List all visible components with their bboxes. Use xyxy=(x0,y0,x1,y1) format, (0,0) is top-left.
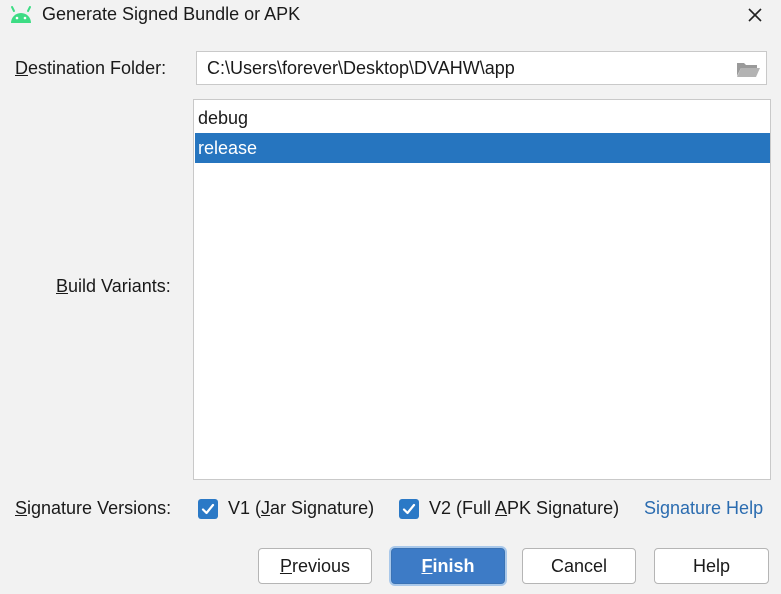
mnemonic-f: F xyxy=(421,556,433,576)
signature-versions-label: Signature Versions: xyxy=(15,498,171,519)
finish-button-text: inish xyxy=(432,556,475,576)
build-variants-list[interactable]: debug release xyxy=(193,99,771,480)
mnemonic-d: D xyxy=(15,58,28,78)
build-variants-label-text: uild Variants: xyxy=(68,276,171,296)
previous-button-text: revious xyxy=(291,556,351,576)
build-variants-label: Build Variants: xyxy=(56,276,171,297)
destination-folder-label-text: estination Folder: xyxy=(28,58,167,78)
destination-folder-label: Destination Folder: xyxy=(15,58,166,79)
v2-label-pre: V2 (Full xyxy=(429,498,496,518)
v1-label-post: ar Signature) xyxy=(270,498,375,518)
previous-button[interactable]: Previous xyxy=(258,548,372,584)
mnemonic-j: J xyxy=(261,498,271,518)
title-bar: Generate Signed Bundle or APK xyxy=(0,0,781,30)
destination-folder-field[interactable]: C:\Users\forever\Desktop\DVAHW\app xyxy=(196,51,767,85)
cancel-button[interactable]: Cancel xyxy=(522,548,636,584)
checkmark-icon xyxy=(402,503,416,515)
help-button[interactable]: Help xyxy=(654,548,769,584)
v1-checkbox[interactable] xyxy=(198,499,218,519)
list-item-release[interactable]: release xyxy=(195,133,770,163)
signature-help-link[interactable]: Signature Help xyxy=(644,498,763,519)
list-item-debug[interactable]: debug xyxy=(195,103,770,133)
destination-folder-value[interactable]: C:\Users\forever\Desktop\DVAHW\app xyxy=(207,58,515,79)
signature-versions-label-text: ignature Versions: xyxy=(27,498,172,518)
v2-label-post: PK Signature) xyxy=(507,498,620,518)
v2-checkbox-label[interactable]: V2 (Full APK Signature) xyxy=(429,498,619,519)
mnemonic-a: A xyxy=(495,498,508,518)
v2-checkbox[interactable] xyxy=(399,499,419,519)
android-icon xyxy=(11,6,31,23)
mnemonic-b: B xyxy=(56,276,69,296)
finish-button[interactable]: Finish xyxy=(391,548,505,584)
v1-label-pre: V1 ( xyxy=(228,498,262,518)
checkmark-icon xyxy=(201,503,215,515)
folder-icon[interactable] xyxy=(735,59,761,79)
dialog-title: Generate Signed Bundle or APK xyxy=(42,4,301,24)
mnemonic-s: S xyxy=(15,498,28,518)
mnemonic-p: P xyxy=(279,556,292,576)
close-icon[interactable] xyxy=(741,1,769,29)
v1-checkbox-label[interactable]: V1 (Jar Signature) xyxy=(228,498,374,519)
